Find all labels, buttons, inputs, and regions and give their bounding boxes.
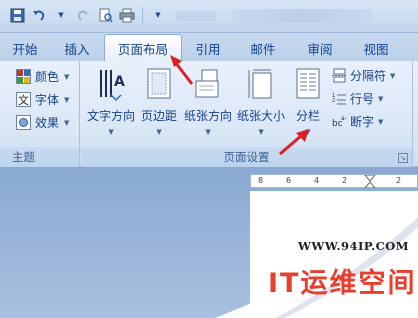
line-numbers-label: 行号 — [350, 92, 375, 106]
horizontal-ruler[interactable]: 8 6 4 2 2 — [250, 174, 418, 188]
tab-insert[interactable]: 插入 — [50, 36, 104, 61]
theme-effects-button[interactable]: 效果 ▼ — [16, 114, 69, 131]
dropdown-icon[interactable]: ▼ — [52, 6, 70, 24]
watermark-url: WWW.94IP.COM — [298, 239, 409, 253]
title-bar: ▼ ▼ — [0, 0, 418, 33]
hyphenation-label: 断字 — [350, 115, 375, 129]
chevron-down-icon: ▼ — [64, 95, 70, 104]
text-direction-label: 文字方向 — [87, 109, 136, 123]
orientation-icon — [195, 69, 219, 98]
ruler-tick: 2 — [342, 176, 348, 185]
chevron-down-icon: ▼ — [108, 128, 114, 136]
theme-effects-label: 效果 — [35, 116, 60, 130]
ruler-tick: 6 — [286, 176, 292, 185]
breaks-label: 分隔符 — [350, 69, 387, 83]
paper-size-icon — [248, 69, 272, 99]
print-preview-icon[interactable] — [96, 6, 114, 24]
chevron-down-icon: ▼ — [64, 118, 70, 127]
annotation-arrow-icon — [279, 129, 309, 156]
title-text-blurred — [176, 11, 216, 21]
text-direction-icon: A — [100, 70, 125, 101]
svg-text:A: A — [114, 74, 125, 90]
color-palette-icon — [16, 69, 31, 84]
line-numbers-button[interactable]: 1 2 行号 ▼ — [332, 90, 383, 107]
ribbon-body: 颜色 ▼ 文 字体 ▼ 效果 ▼ 主题 A 文字方向 ▼ 页边距 ▼ 纸张方向 … — [0, 61, 418, 167]
page-setup-group-label: 页面设置 — [81, 147, 412, 167]
font-icon: 文 — [16, 92, 31, 107]
annotation-arrow-icon — [170, 55, 194, 85]
chevron-down-icon: ▼ — [64, 72, 70, 81]
print-icon[interactable] — [118, 6, 136, 24]
theme-fonts-button[interactable]: 文 字体 ▼ — [16, 91, 69, 108]
chevron-down-icon: ▼ — [390, 71, 396, 80]
page-setup-dialog-launcher-icon[interactable]: ↘ — [398, 153, 408, 163]
theme-group-label: 主题 — [0, 147, 79, 167]
theme-colors-button[interactable]: 颜色 ▼ — [16, 68, 69, 85]
ribbon-tabs: 开始 插入 页面布局 引用 邮件 审阅 视图 — [0, 33, 418, 61]
document-title-blurred — [232, 9, 372, 23]
toolbar-separator — [142, 7, 143, 23]
hyphenation-button[interactable]: bc a- 断字 ▼ — [332, 113, 383, 130]
columns-icon — [296, 68, 320, 99]
effects-icon — [16, 115, 31, 130]
breaks-button[interactable]: 分隔符 ▼ — [332, 67, 395, 84]
theme-colors-label: 颜色 — [35, 70, 60, 84]
theme-fonts-label: 字体 — [35, 93, 60, 107]
watermark-title: IT运维空间 — [268, 268, 417, 299]
quick-access-toolbar: ▼ ▼ — [8, 6, 167, 24]
chevron-down-icon: ▼ — [156, 128, 162, 136]
ruler-tick: 4 — [314, 176, 320, 185]
svg-text:a-: a- — [341, 115, 347, 122]
paper-size-label: 纸张大小 — [237, 109, 286, 123]
margins-label: 页边距 — [141, 109, 178, 123]
line-numbers-icon: 1 2 — [332, 93, 346, 105]
breaks-icon — [332, 68, 347, 83]
tab-home[interactable]: 开始 — [0, 36, 50, 61]
tab-review[interactable]: 审阅 — [292, 36, 348, 61]
redo-icon[interactable] — [74, 6, 92, 24]
hyphenation-icon: bc a- — [332, 115, 347, 129]
page-setup-group: A 文字方向 ▼ 页边距 ▼ 纸张方向 ▼ 纸张大小 ▼ 分栏 分隔符 ▼ 1 … — [81, 61, 413, 167]
chevron-down-icon: ▼ — [378, 94, 384, 103]
undo-icon[interactable] — [30, 6, 48, 24]
save-icon[interactable] — [8, 6, 26, 24]
indent-marker-icon[interactable] — [364, 175, 376, 188]
text-direction-button[interactable]: A 文字方向 ▼ — [87, 67, 135, 136]
chevron-down-icon: ▼ — [205, 128, 211, 136]
chevron-down-icon: ▼ — [378, 117, 384, 126]
tab-view[interactable]: 视图 — [348, 36, 404, 61]
theme-group: 颜色 ▼ 文 字体 ▼ 效果 ▼ 主题 — [0, 61, 80, 167]
columns-label: 分栏 — [295, 109, 320, 123]
chevron-down-icon: ▼ — [258, 128, 264, 136]
customize-toolbar-icon[interactable]: ▼ — [149, 6, 167, 24]
orientation-label: 纸张方向 — [184, 109, 233, 123]
tab-mailings[interactable]: 邮件 — [234, 36, 292, 61]
ruler-tick: 8 — [258, 176, 264, 185]
ruler-tick: 2 — [396, 176, 402, 185]
svg-text:2: 2 — [332, 98, 335, 104]
